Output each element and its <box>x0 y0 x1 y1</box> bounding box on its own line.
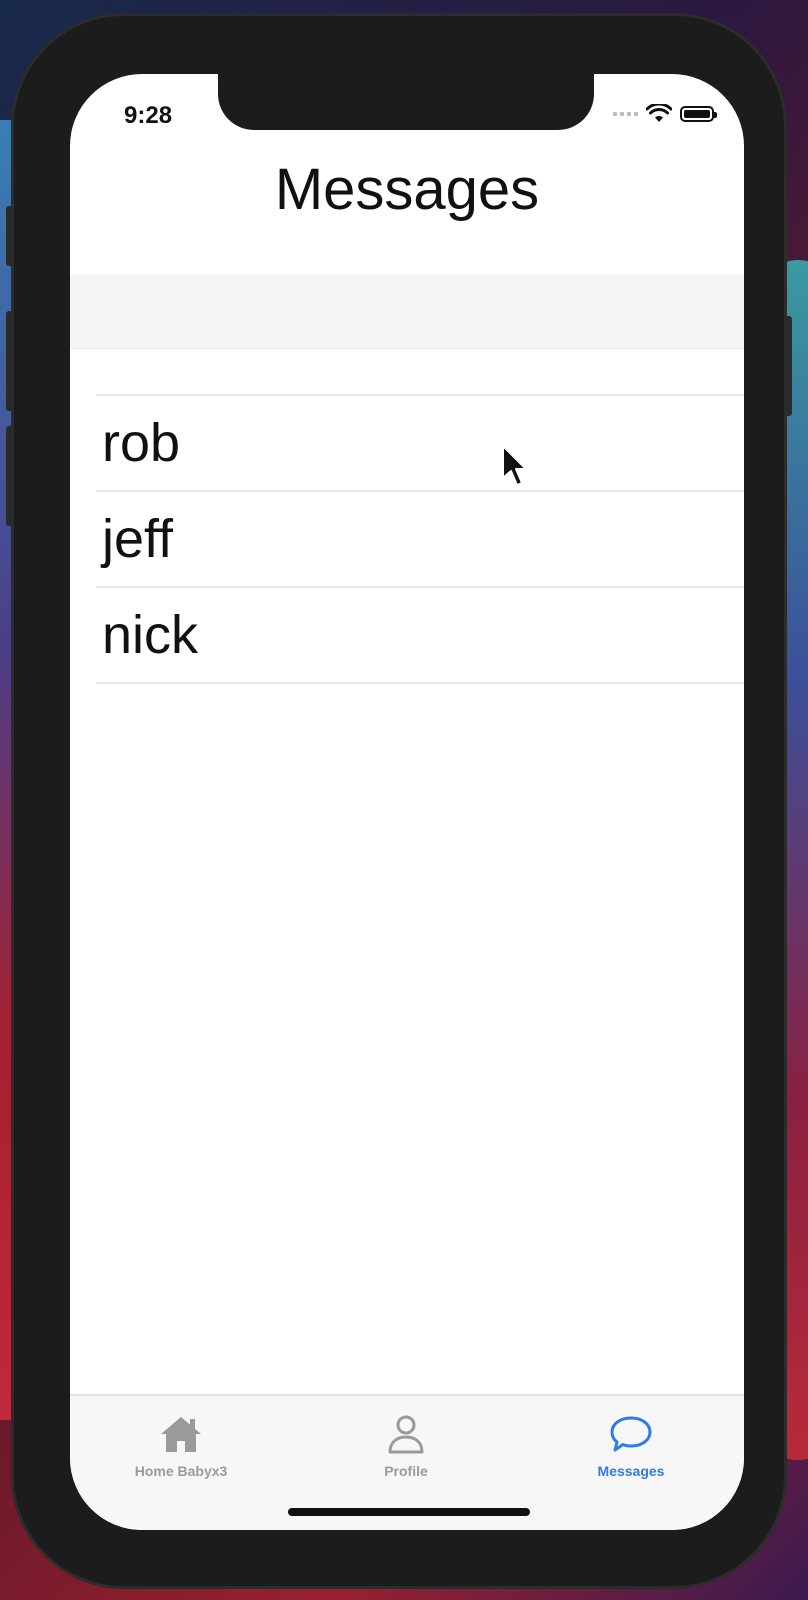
tab-messages-label: Messages <box>597 1463 665 1479</box>
status-time: 9:28 <box>124 102 173 129</box>
mouse-cursor-icon <box>502 445 527 486</box>
home-indicator[interactable] <box>288 1508 530 1516</box>
conversation-list: rob jeff nick <box>96 394 744 684</box>
conversation-name: nick <box>102 605 199 665</box>
silent-switch <box>6 206 14 266</box>
tab-profile[interactable]: Profile <box>331 1414 481 1479</box>
cellular-signal-icon <box>613 112 638 116</box>
conversation-row-rob[interactable]: rob <box>96 396 744 492</box>
chat-bubble-icon <box>610 1416 652 1452</box>
tab-messages[interactable]: Messages <box>556 1414 706 1479</box>
person-icon <box>388 1415 424 1454</box>
house-icon <box>161 1417 201 1452</box>
phone-frame: 9:28 Messages rob jeff nick Home Babyx3 … <box>6 16 792 1586</box>
notch <box>218 74 594 130</box>
conversation-row-nick[interactable]: nick <box>96 588 744 684</box>
app-screen: 9:28 Messages rob jeff nick Home Babyx3 … <box>70 74 744 1530</box>
status-icons <box>613 104 717 124</box>
power-button <box>784 316 792 416</box>
tab-bar: Home Babyx3 Profile Messages <box>70 1394 744 1530</box>
conversation-name: jeff <box>102 509 174 569</box>
search-bar-area[interactable] <box>70 274 744 349</box>
conversation-name: rob <box>102 413 181 473</box>
tab-home-label: Home Babyx3 <box>134 1463 228 1479</box>
volume-up-button <box>6 311 14 411</box>
page-title: Messages <box>274 157 540 222</box>
conversation-row-jeff[interactable]: jeff <box>96 492 744 588</box>
tab-home[interactable]: Home Babyx3 <box>106 1414 256 1479</box>
wifi-icon <box>646 104 672 122</box>
battery-icon <box>680 106 717 122</box>
volume-down-button <box>6 426 14 526</box>
tab-profile-label: Profile <box>384 1463 428 1479</box>
